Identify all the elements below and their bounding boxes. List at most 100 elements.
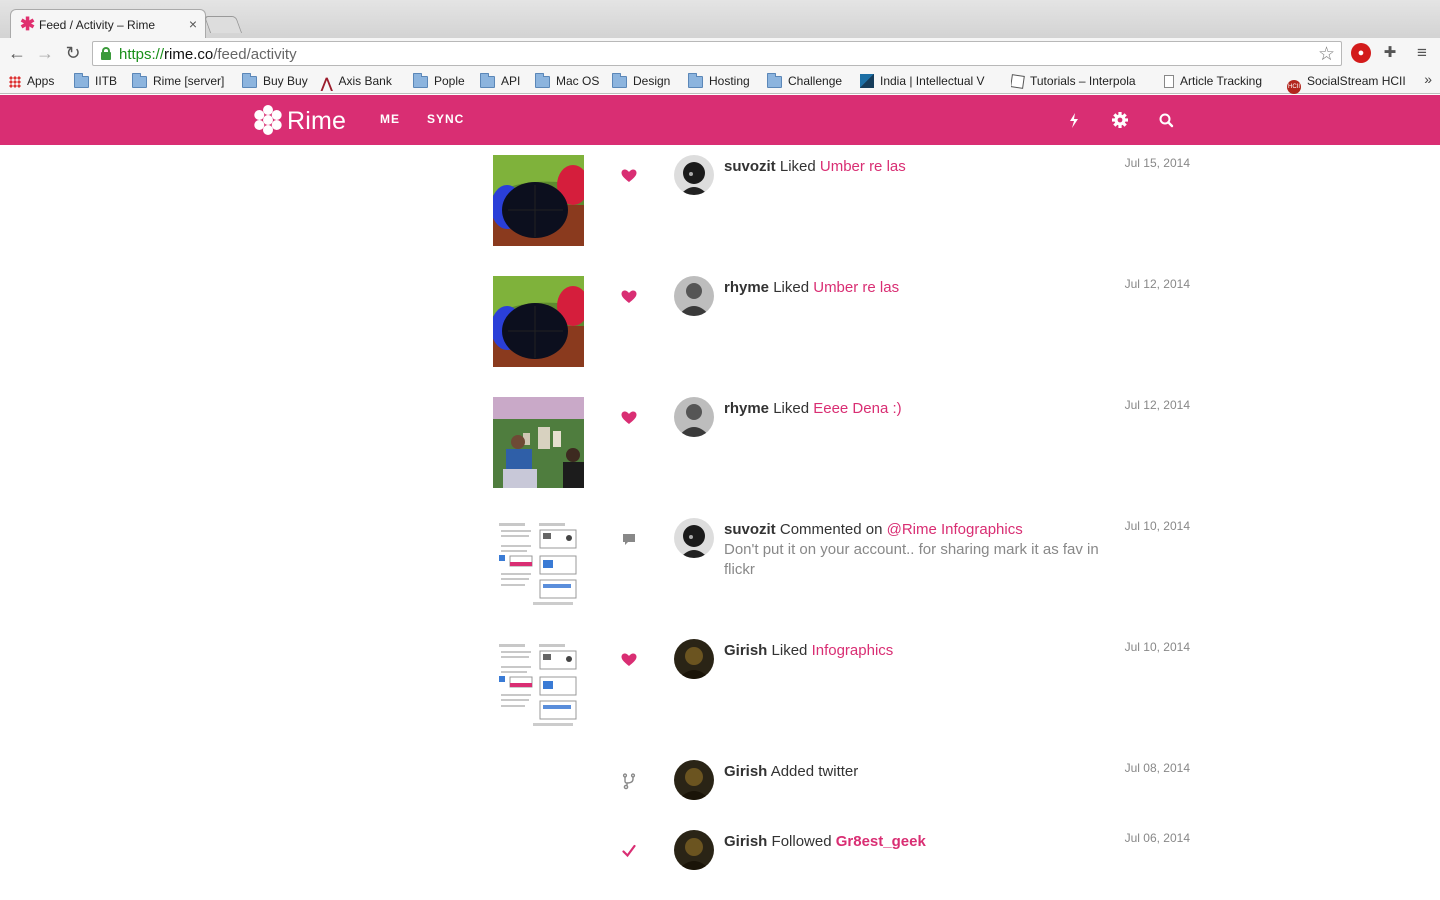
activity-feed: suvozit Liked Umber re las Jul 15, 2014 — [0, 145, 1440, 900]
username-link[interactable]: suvozit — [724, 158, 776, 175]
avatar[interactable] — [674, 397, 714, 437]
folder-icon — [612, 73, 627, 88]
activity-text: rhyme Liked Eeee Dena :) — [724, 399, 1124, 419]
brand-name: Rime — [287, 107, 347, 135]
nav-me[interactable]: ME — [380, 112, 400, 126]
forward-arrow-icon[interactable]: → — [34, 42, 56, 64]
gear-icon[interactable] — [1110, 109, 1130, 131]
back-arrow-icon[interactable]: ← — [6, 42, 28, 64]
username-link[interactable]: suvozit — [724, 521, 776, 538]
activity-text: suvozit Liked Umber re las — [724, 157, 1124, 177]
close-tab-icon[interactable]: × — [189, 16, 197, 32]
bookmark-axis-bank[interactable]: ⋀ Axis Bank — [321, 72, 392, 91]
bookmark-hosting[interactable]: Hosting — [688, 72, 750, 90]
apps-grid-icon — [9, 76, 21, 88]
avatar[interactable] — [674, 830, 714, 870]
username-link[interactable]: Girish — [724, 763, 767, 780]
avatar[interactable] — [674, 518, 714, 558]
action-text: Added twitter — [770, 763, 859, 780]
reload-icon[interactable]: ↻ — [62, 42, 84, 64]
tab-title: Feed / Activity – Rime — [39, 18, 156, 32]
timestamp: Jul 12, 2014 — [1124, 398, 1190, 412]
new-tab-button[interactable] — [203, 16, 243, 33]
action-text: Commented on — [779, 521, 883, 538]
bookmark-tutorials[interactable]: Tutorials – Interpola — [1011, 72, 1146, 90]
username-link[interactable]: Girish — [724, 833, 767, 850]
app-header: Rime ME SYNC — [0, 95, 1440, 145]
bookmark-apps[interactable]: Apps — [9, 72, 54, 90]
bookmark-api[interactable]: API — [480, 72, 520, 90]
bookmark-rime-server[interactable]: Rime [server] — [132, 72, 224, 90]
activity-text: Girish Added twitter — [724, 762, 1124, 782]
bookmark-india-intellectual[interactable]: India | Intellectual V — [860, 72, 995, 90]
bookmark-article-tracking[interactable]: Article Tracking — [1164, 72, 1262, 90]
bookmark-design[interactable]: Design — [612, 72, 670, 90]
timestamp: Jul 10, 2014 — [1124, 640, 1190, 654]
target-link[interactable]: Umber re las — [820, 158, 906, 175]
folder-icon — [74, 73, 89, 88]
document-icon — [1164, 75, 1174, 88]
comment-bubble-icon — [623, 534, 635, 545]
more-bookmarks-button[interactable]: » — [1424, 71, 1432, 87]
timestamp: Jul 08, 2014 — [1124, 761, 1190, 775]
search-icon[interactable] — [1156, 109, 1176, 131]
infographic-thumbnail[interactable] — [493, 518, 584, 609]
bolt-icon[interactable] — [1064, 109, 1084, 131]
puzzle-extension-icon[interactable]: ✚ — [1380, 43, 1400, 63]
bookmarks-bar: Apps IITB Rime [server] Buy Buy ⋀ Axis Ba… — [0, 68, 1440, 94]
rime-favicon-icon: ✱ — [20, 14, 36, 34]
bookmark-star-icon[interactable]: ☆ — [1318, 43, 1335, 66]
folder-icon — [767, 73, 782, 88]
lock-icon — [101, 47, 111, 60]
activity-text: Girish Liked Infographics — [724, 641, 1124, 661]
folder-icon — [688, 73, 703, 88]
site-icon — [860, 74, 874, 88]
timestamp: Jul 15, 2014 — [1124, 156, 1190, 170]
heart-icon — [621, 290, 637, 303]
axis-bank-icon: ⋀ — [321, 75, 333, 91]
bookmark-iitb[interactable]: IITB — [74, 72, 117, 90]
heart-icon — [621, 411, 637, 424]
umbrella-photo-thumbnail[interactable] — [493, 155, 584, 246]
infographic-thumbnail[interactable] — [493, 639, 584, 730]
browser-tabstrip: ✱ Feed / Activity – Rime × — [0, 0, 1440, 39]
bookmark-buy-buy[interactable]: Buy Buy — [242, 72, 308, 90]
action-text: Liked — [779, 158, 816, 175]
username-link[interactable]: rhyme — [724, 400, 769, 417]
username-link[interactable]: rhyme — [724, 279, 769, 296]
url-text: https://rime.co/feed/activity — [119, 46, 297, 63]
city-photo-thumbnail[interactable] — [493, 397, 584, 488]
avatar[interactable] — [674, 760, 714, 800]
action-text: Liked — [771, 642, 808, 659]
nav-sync[interactable]: SYNC — [427, 112, 464, 126]
target-link[interactable]: Umber re las — [813, 279, 899, 296]
username-link[interactable]: Girish — [724, 642, 767, 659]
target-link[interactable]: @Rime Infographics — [887, 521, 1023, 538]
folder-icon — [535, 73, 550, 88]
umbrella-photo-thumbnail[interactable] — [493, 276, 584, 367]
address-bar[interactable]: https://rime.co/feed/activity ☆ — [92, 41, 1342, 66]
bookmark-challenge[interactable]: Challenge — [767, 72, 842, 90]
fork-branch-icon — [622, 773, 636, 790]
action-text: Liked — [773, 400, 810, 417]
extension-stop-icon[interactable]: ● — [1351, 43, 1371, 63]
avatar[interactable] — [674, 155, 714, 195]
target-link[interactable]: Gr8est_geek — [836, 833, 926, 850]
bookmark-pople[interactable]: Pople — [413, 72, 465, 90]
checkmark-icon — [622, 844, 636, 858]
folder-icon — [480, 73, 495, 88]
browser-tab-active[interactable]: ✱ Feed / Activity – Rime × — [10, 9, 206, 39]
avatar[interactable] — [674, 639, 714, 679]
avatar[interactable] — [674, 276, 714, 316]
timestamp: Jul 12, 2014 — [1124, 277, 1190, 291]
heart-icon — [621, 653, 637, 666]
bookmark-socialstream[interactable]: HCII SocialStream HCII — [1287, 72, 1406, 94]
target-link[interactable]: Infographics — [812, 642, 894, 659]
folder-icon — [413, 73, 428, 88]
activity-text: Girish Followed Gr8est_geek — [724, 832, 1124, 852]
rime-asterisk-icon — [254, 105, 282, 135]
menu-hamburger-icon[interactable]: ≡ — [1412, 43, 1432, 63]
target-link[interactable]: Eeee Dena :) — [813, 400, 901, 417]
bookmark-mac-os[interactable]: Mac OS — [535, 72, 599, 90]
folder-icon — [242, 73, 257, 88]
